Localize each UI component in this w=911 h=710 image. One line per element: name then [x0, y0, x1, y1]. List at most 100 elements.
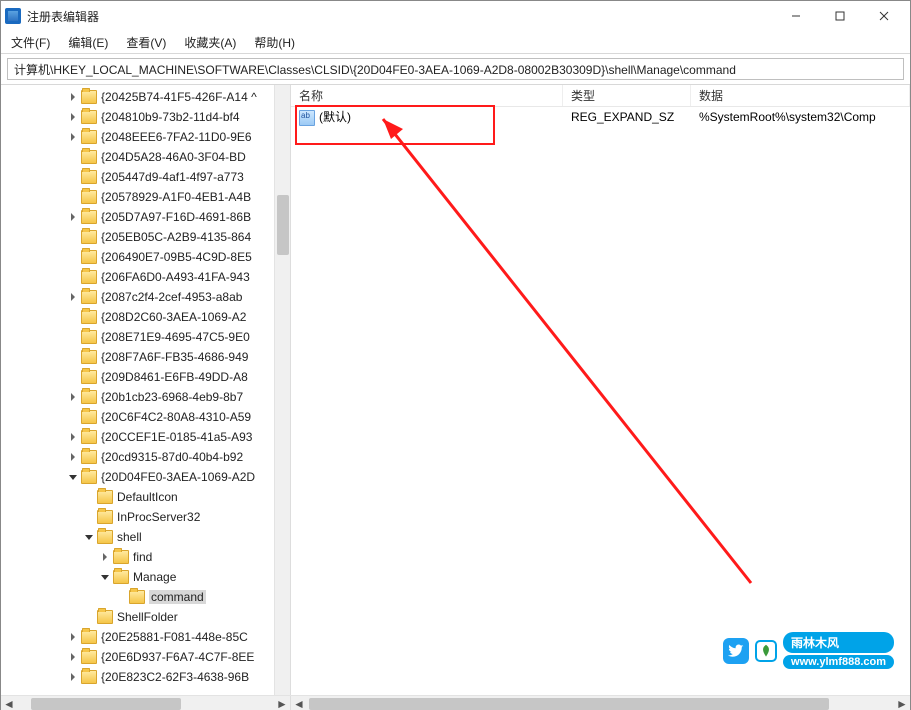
folder-icon — [97, 610, 113, 624]
tree-item-label: {20cd9315-87d0-40b4-b92 — [101, 450, 243, 464]
folder-icon — [81, 290, 97, 304]
tree-item[interactable]: Manage — [1, 567, 290, 587]
tree-item[interactable]: {20CCEF1E-0185-41a5-A93 — [1, 427, 290, 447]
cell-type: REG_EXPAND_SZ — [563, 110, 691, 124]
chevron-right-icon[interactable] — [65, 449, 81, 465]
tree-vertical-scrollbar[interactable] — [274, 85, 290, 695]
column-name[interactable]: 名称 — [291, 85, 563, 106]
tree-item[interactable]: {205D7A97-F16D-4691-86B — [1, 207, 290, 227]
tree-item-label: {204D5A28-46A0-3F04-BD — [101, 150, 246, 164]
chevron-right-icon[interactable] — [97, 549, 113, 565]
column-data[interactable]: 数据 — [691, 85, 910, 106]
tree-item[interactable]: shell — [1, 527, 290, 547]
bottom-scrollbar-row: ◄ ► ◄ ► — [1, 695, 910, 710]
scroll-left-button[interactable]: ◄ — [291, 696, 307, 710]
tree-item[interactable]: {208D2C60-3AEA-1069-A2 — [1, 307, 290, 327]
registry-editor-window: 注册表编辑器 文件(F) 编辑(E) 查看(V) 收藏夹(A) 帮助(H) {2… — [0, 0, 911, 710]
title-bar[interactable]: 注册表编辑器 — [1, 1, 910, 31]
tree-item-label: Manage — [133, 570, 176, 584]
chevron-down-icon[interactable] — [97, 569, 113, 585]
close-button[interactable] — [862, 2, 906, 30]
cell-data: %SystemRoot%\system32\Comp — [691, 110, 910, 124]
close-icon — [879, 11, 889, 21]
tree-item[interactable]: {205447d9-4af1-4f97-a773 — [1, 167, 290, 187]
tree-item[interactable]: {20D04FE0-3AEA-1069-A2D — [1, 467, 290, 487]
tree-item[interactable]: find — [1, 547, 290, 567]
folder-icon — [81, 130, 97, 144]
tree-item-label: {20D04FE0-3AEA-1069-A2D — [101, 470, 255, 484]
tree-item-label: {208D2C60-3AEA-1069-A2 — [101, 310, 246, 324]
tree-horizontal-scrollbar[interactable]: ◄ ► — [1, 696, 291, 710]
tree-item[interactable]: {204D5A28-46A0-3F04-BD — [1, 147, 290, 167]
tree-item[interactable]: {2087c2f4-2cef-4953-a8ab — [1, 287, 290, 307]
tree-item[interactable]: {20C6F4C2-80A8-4310-A59 — [1, 407, 290, 427]
chevron-right-icon[interactable] — [65, 129, 81, 145]
tree-item[interactable]: {20425B74-41F5-426F-A14 ^ — [1, 87, 290, 107]
chevron-down-icon[interactable] — [65, 469, 81, 485]
tree-item[interactable]: InProcServer32 — [1, 507, 290, 527]
folder-icon — [81, 430, 97, 444]
menu-file[interactable]: 文件(F) — [7, 33, 54, 52]
tree-item[interactable]: {20b1cb23-6968-4eb9-8b7 — [1, 387, 290, 407]
folder-icon — [81, 670, 97, 684]
menu-view[interactable]: 查看(V) — [122, 33, 170, 52]
address-input[interactable] — [7, 58, 904, 80]
maximize-button[interactable] — [818, 2, 862, 30]
column-type[interactable]: 类型 — [563, 85, 691, 106]
chevron-right-icon[interactable] — [65, 669, 81, 685]
menu-help[interactable]: 帮助(H) — [250, 33, 299, 52]
chevron-right-icon[interactable] — [65, 209, 81, 225]
tree-item[interactable]: {20578929-A1F0-4EB1-A4B — [1, 187, 290, 207]
chevron-right-icon[interactable] — [65, 289, 81, 305]
chevron-right-icon[interactable] — [65, 389, 81, 405]
tree-item-label: {209D8461-E6FB-49DD-A8 — [101, 370, 248, 384]
folder-icon — [97, 510, 113, 524]
scroll-right-button[interactable]: ► — [274, 696, 290, 710]
tree-item[interactable]: {20E6D937-F6A7-4C7F-8EE — [1, 647, 290, 667]
cell-name[interactable]: (默认) — [291, 108, 563, 126]
tree-item[interactable]: {20cd9315-87d0-40b4-b92 — [1, 447, 290, 467]
list-header[interactable]: 名称 类型 数据 — [291, 85, 910, 107]
tree-item[interactable]: {206490E7-09B5-4C9D-8E5 — [1, 247, 290, 267]
tree-item[interactable]: command — [1, 587, 290, 607]
list-row[interactable]: (默认) REG_EXPAND_SZ %SystemRoot%\system32… — [291, 107, 910, 127]
tree-item-label: command — [149, 590, 206, 604]
chevron-right-icon[interactable] — [65, 629, 81, 645]
tree-item[interactable]: DefaultIcon — [1, 487, 290, 507]
tree-item[interactable]: {205EB05C-A2B9-4135-864 — [1, 227, 290, 247]
list-hscroll-thumb[interactable] — [309, 698, 829, 710]
tree-item[interactable]: {2048EEE6-7FA2-11D0-9E6 — [1, 127, 290, 147]
tree-scrollbar-thumb[interactable] — [277, 195, 289, 255]
folder-icon — [97, 530, 113, 544]
registry-tree[interactable]: {20425B74-41F5-426F-A14 ^{204810b9-73b2-… — [1, 85, 290, 695]
tree-item[interactable]: {20E823C2-62F3-4638-96B — [1, 667, 290, 687]
chevron-right-icon[interactable] — [65, 649, 81, 665]
tree-item[interactable]: {206FA6D0-A493-41FA-943 — [1, 267, 290, 287]
tree-item[interactable]: {204810b9-73b2-11d4-bf4 — [1, 107, 290, 127]
menu-edit[interactable]: 编辑(E) — [64, 33, 112, 52]
list-body[interactable]: (默认) REG_EXPAND_SZ %SystemRoot%\system32… — [291, 107, 910, 695]
menu-favorites[interactable]: 收藏夹(A) — [180, 33, 240, 52]
bird-icon — [723, 638, 749, 664]
tree-item[interactable]: ShellFolder — [1, 607, 290, 627]
chevron-right-icon[interactable] — [65, 429, 81, 445]
folder-icon — [81, 370, 97, 384]
scroll-left-button[interactable]: ◄ — [1, 696, 17, 710]
folder-icon — [81, 350, 97, 364]
folder-icon — [81, 210, 97, 224]
chevron-right-icon[interactable] — [65, 89, 81, 105]
tree-item[interactable]: {209D8461-E6FB-49DD-A8 — [1, 367, 290, 387]
tree-item[interactable]: {20E25881-F081-448e-85C — [1, 627, 290, 647]
minimize-button[interactable] — [774, 2, 818, 30]
window-title: 注册表编辑器 — [27, 8, 99, 25]
scroll-right-button[interactable]: ► — [894, 696, 910, 710]
tree-item[interactable]: {208E71E9-4695-47C5-9E0 — [1, 327, 290, 347]
tree-item[interactable]: {208F7A6F-FB35-4686-949 — [1, 347, 290, 367]
folder-icon — [97, 490, 113, 504]
tree-pane[interactable]: {20425B74-41F5-426F-A14 ^{204810b9-73b2-… — [1, 85, 291, 695]
folder-icon — [129, 590, 145, 604]
list-horizontal-scrollbar[interactable]: ◄ ► — [291, 696, 910, 710]
chevron-right-icon[interactable] — [65, 109, 81, 125]
chevron-down-icon[interactable] — [81, 529, 97, 545]
tree-hscroll-thumb[interactable] — [31, 698, 181, 710]
